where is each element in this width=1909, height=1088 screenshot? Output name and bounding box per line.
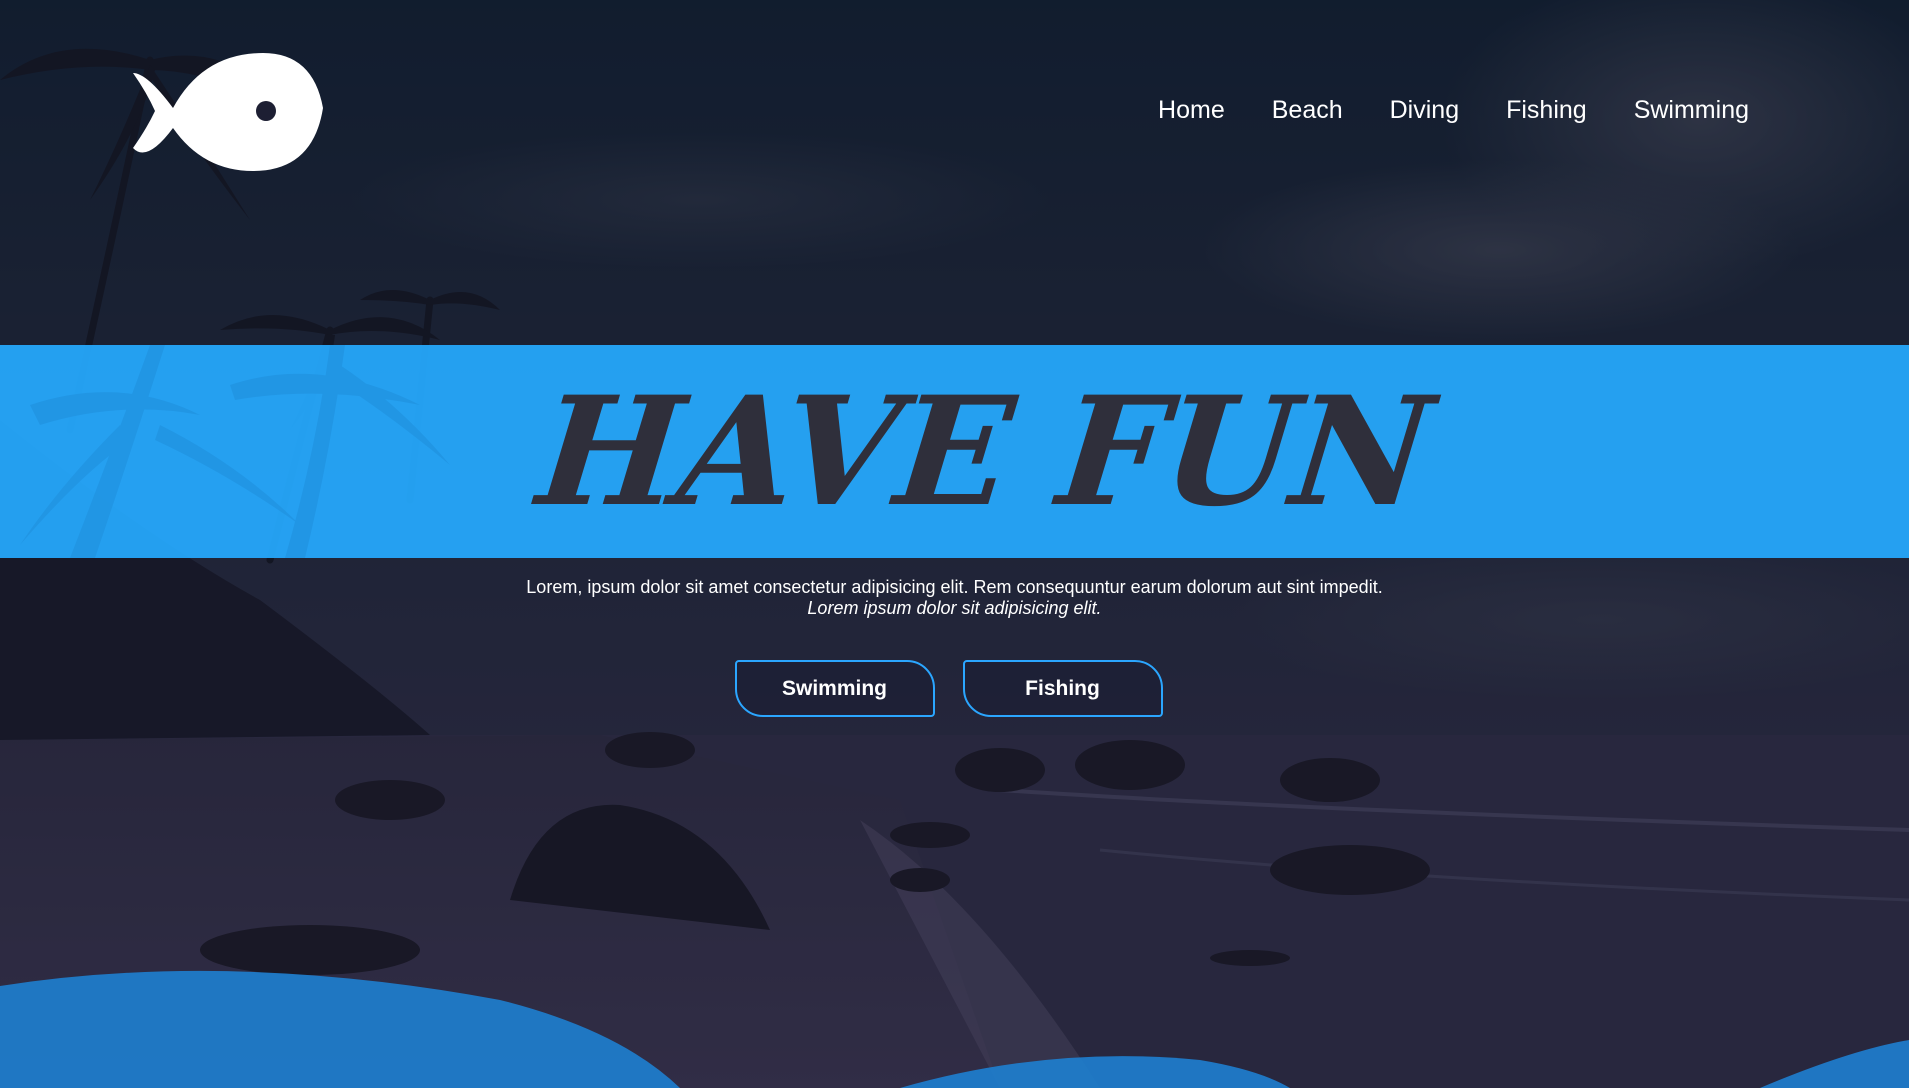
hero-banner: HAVE FUN — [0, 345, 1909, 558]
fish-icon[interactable] — [133, 53, 323, 171]
nav-link-diving[interactable]: Diving — [1390, 92, 1459, 128]
fishing-button[interactable]: Fishing — [962, 660, 1163, 717]
hero-tagline: Lorem, ipsum dolor sit amet consectetur … — [0, 577, 1909, 619]
landing-page: Home Beach Diving Fishing Swimming HAVE … — [0, 0, 1909, 1088]
hero-text: Lorem, ipsum dolor sit amet consectetur … — [526, 577, 1383, 597]
nav-link-fishing[interactable]: Fishing — [1506, 92, 1587, 128]
main-nav: Home Beach Diving Fishing Swimming — [1158, 92, 1749, 128]
cta-buttons: Swimming Fishing — [0, 660, 1909, 717]
nav-link-home[interactable]: Home — [1158, 92, 1225, 128]
bottom-wave-decoration — [0, 970, 1909, 1088]
nav-link-beach[interactable]: Beach — [1272, 92, 1343, 128]
swimming-button[interactable]: Swimming — [734, 660, 935, 717]
hero-subtext: Lorem ipsum dolor sit adipisicing elit. — [807, 598, 1102, 618]
hero-headline: HAVE FUN — [530, 363, 1439, 540]
nav-link-swimming[interactable]: Swimming — [1634, 92, 1749, 128]
